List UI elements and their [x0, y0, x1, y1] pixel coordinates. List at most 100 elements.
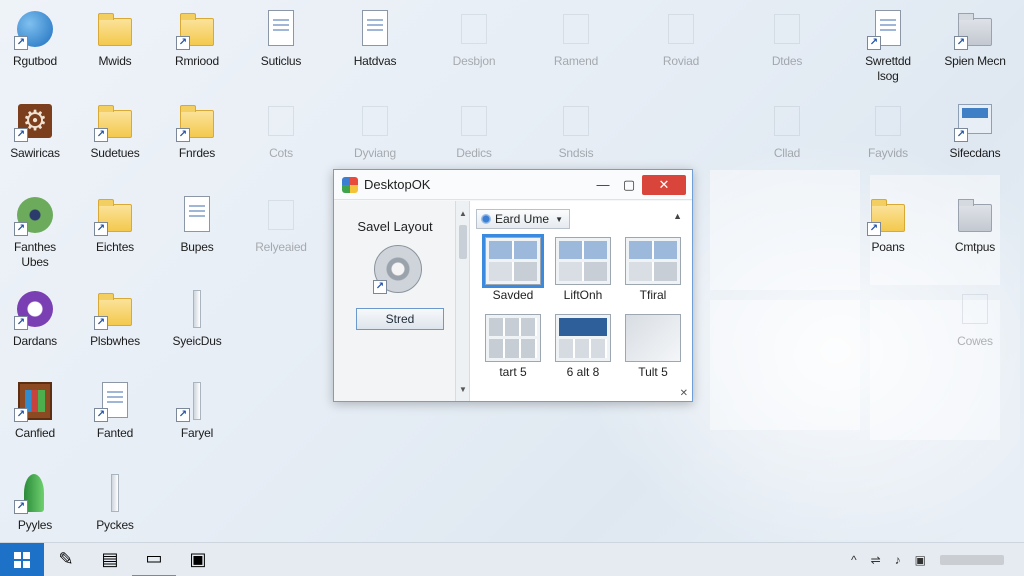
- action-center-icon[interactable]: ▣: [915, 553, 926, 567]
- desktop-icon[interactable]: ↗ Rmriood: [155, 8, 239, 69]
- save-layout-icon[interactable]: ↗: [373, 245, 422, 294]
- desktop-icon-label: Sifecdans: [949, 146, 1001, 160]
- layout-thumbnail[interactable]: [485, 314, 541, 362]
- desktop-icon[interactable]: Cowes: [933, 288, 1017, 349]
- desktop-icon[interactable]: Pyckes: [73, 472, 157, 533]
- shortcut-arrow-icon: ↗: [14, 222, 28, 236]
- faint-icon: [555, 8, 597, 50]
- desktop-icon[interactable]: SyeicDus: [155, 288, 239, 349]
- desktop-icon[interactable]: ↗ Rgutbod: [0, 8, 77, 69]
- window-title: DesktopOK: [364, 177, 431, 192]
- desktop-icon[interactable]: Cots: [239, 100, 323, 161]
- layout-label: tart 5: [499, 365, 527, 379]
- desktop-icon[interactable]: Suticlus: [239, 8, 323, 69]
- faint-icon: [260, 194, 302, 236]
- dropdown-globe-icon: [481, 214, 491, 224]
- scroll-down-icon[interactable]: ▼: [456, 383, 470, 397]
- desktop-icon[interactable]: ↗ Swrettdd lsog: [846, 8, 930, 84]
- desktop-icon[interactable]: ↗ Pyyles: [0, 472, 77, 533]
- start-button[interactable]: [0, 542, 44, 576]
- maximize-button[interactable]: ▢: [616, 174, 642, 196]
- layout-item[interactable]: Tult 5: [618, 314, 688, 379]
- close-button[interactable]: ✕: [642, 174, 686, 195]
- layout-item[interactable]: Tfiral: [618, 237, 688, 302]
- pen-icon[interactable]: ✎: [44, 543, 88, 576]
- layout-item[interactable]: 6 alt 8: [548, 314, 618, 379]
- desktop-icon-label: Relyeaied: [255, 240, 307, 254]
- desktop-icon[interactable]: ↗ Faryel: [155, 380, 239, 441]
- desktop-icon[interactable]: ↗ Sawiricas: [0, 100, 77, 161]
- tray-clock[interactable]: [940, 554, 1004, 565]
- desktop-icon[interactable]: Dyviang: [333, 100, 417, 161]
- faint-icon: [354, 100, 396, 142]
- desktop-icon[interactable]: ↗ Fanted: [73, 380, 157, 441]
- left-scrollbar[interactable]: ▲ ▼: [456, 201, 470, 401]
- desktopok-window[interactable]: DesktopOK — ▢ ✕ Savel Layout ↗ Stred ▲ ▼: [333, 169, 693, 402]
- desktop-icon[interactable]: Desbjon: [432, 8, 516, 69]
- faint-icon: [954, 288, 996, 330]
- layout-label: 6 alt 8: [566, 365, 600, 379]
- desktop-icon[interactable]: Roviad: [639, 8, 723, 69]
- shortcut-arrow-icon: ↗: [176, 408, 190, 422]
- scroll-up-icon[interactable]: ▲: [456, 207, 470, 221]
- desktop-icon[interactable]: Hatdvas: [333, 8, 417, 69]
- desktop-icon[interactable]: ↗ Spien Mecn: [933, 8, 1017, 69]
- desktopok-logo-icon: [342, 176, 358, 193]
- desktop-icon[interactable]: Cmtpus: [933, 194, 1017, 255]
- desktop-icon-label: Ramend: [553, 54, 599, 68]
- tray-chevron-icon[interactable]: ^: [851, 553, 857, 567]
- desktop-icon[interactable]: ↗ Canfied: [0, 380, 77, 441]
- desktop-icon[interactable]: ↗ Fnrdes: [155, 100, 239, 161]
- bar-icon: ↗: [176, 380, 218, 422]
- layout-item[interactable]: tart 5: [478, 314, 548, 379]
- window-titlebar[interactable]: DesktopOK — ▢ ✕: [334, 170, 692, 200]
- desktop-icon[interactable]: Bupes: [155, 194, 239, 255]
- minimize-button[interactable]: —: [590, 174, 616, 196]
- layout-item[interactable]: Savded: [478, 234, 548, 302]
- desktop-icon-label: Canfied: [15, 426, 55, 440]
- shortcut-arrow-icon: ↗: [14, 408, 28, 422]
- desktop-icon-label: Cots: [269, 146, 293, 160]
- desktop-icon[interactable]: ↗ Eichtes: [73, 194, 157, 255]
- desktop-icon[interactable]: Ramend: [534, 8, 618, 69]
- layout-dropdown[interactable]: Eard Ume ▼: [476, 209, 570, 229]
- network-icon[interactable]: ⇌: [871, 553, 881, 567]
- desktop-icon[interactable]: Dedics: [432, 100, 516, 161]
- desktop-icon[interactable]: Relyeaied: [239, 194, 323, 255]
- file-explorer-icon[interactable]: ▭: [132, 543, 176, 576]
- store-icon[interactable]: ▣: [176, 543, 220, 576]
- faint-icon: [766, 100, 808, 142]
- layout-thumbnail[interactable]: [555, 314, 611, 362]
- layout-thumbnail[interactable]: [625, 237, 681, 285]
- layout-thumbnail[interactable]: [625, 314, 681, 362]
- scroll-thumb[interactable]: [459, 225, 467, 259]
- restore-button[interactable]: Stred: [356, 308, 444, 330]
- desktop-icon[interactable]: ↗ Poans: [846, 194, 930, 255]
- faint-icon: [260, 100, 302, 142]
- desktop-icon[interactable]: Dtdes: [745, 8, 829, 69]
- desktop-icon-label: Bupes: [180, 240, 214, 254]
- desktop-icon[interactable]: Cllad: [745, 100, 829, 161]
- desktop-icon[interactable]: Fayvids: [846, 100, 930, 161]
- resize-grip-icon[interactable]: ✕: [680, 388, 688, 399]
- document-app-icon[interactable]: ▤: [88, 543, 132, 576]
- layout-thumbnail[interactable]: [482, 234, 544, 288]
- shortcut-arrow-icon: ↗: [94, 408, 108, 422]
- desktop-icon-label: Mwids: [98, 54, 132, 68]
- layout-thumbnail[interactable]: [555, 237, 611, 285]
- desktop-icon[interactable]: ↗ Fanthes Ubes: [0, 194, 77, 270]
- taskbar-apps: ✎ ▤ ▭ ▣: [44, 543, 220, 576]
- volume-icon[interactable]: ♪: [895, 553, 901, 567]
- desktop-icon[interactable]: ↗ Sifecdans: [933, 100, 1017, 161]
- saved-layout-pane: Savel Layout ↗ Stred: [334, 201, 456, 401]
- frame-icon: ↗: [14, 380, 56, 422]
- desktop-icon[interactable]: ↗ Dardans: [0, 288, 77, 349]
- desktop-icon-label: Rmriood: [175, 54, 219, 68]
- desktop-icon[interactable]: Sndsis: [534, 100, 618, 161]
- desktop-icon[interactable]: ↗ Plsbwhes: [73, 288, 157, 349]
- desktop-icon[interactable]: Mwids: [73, 8, 157, 69]
- layout-item[interactable]: LiftOnh: [548, 237, 618, 302]
- collapse-icon[interactable]: ▲: [673, 211, 682, 221]
- desktop-icon[interactable]: ↗ Sudetues: [73, 100, 157, 161]
- faint-icon: [453, 100, 495, 142]
